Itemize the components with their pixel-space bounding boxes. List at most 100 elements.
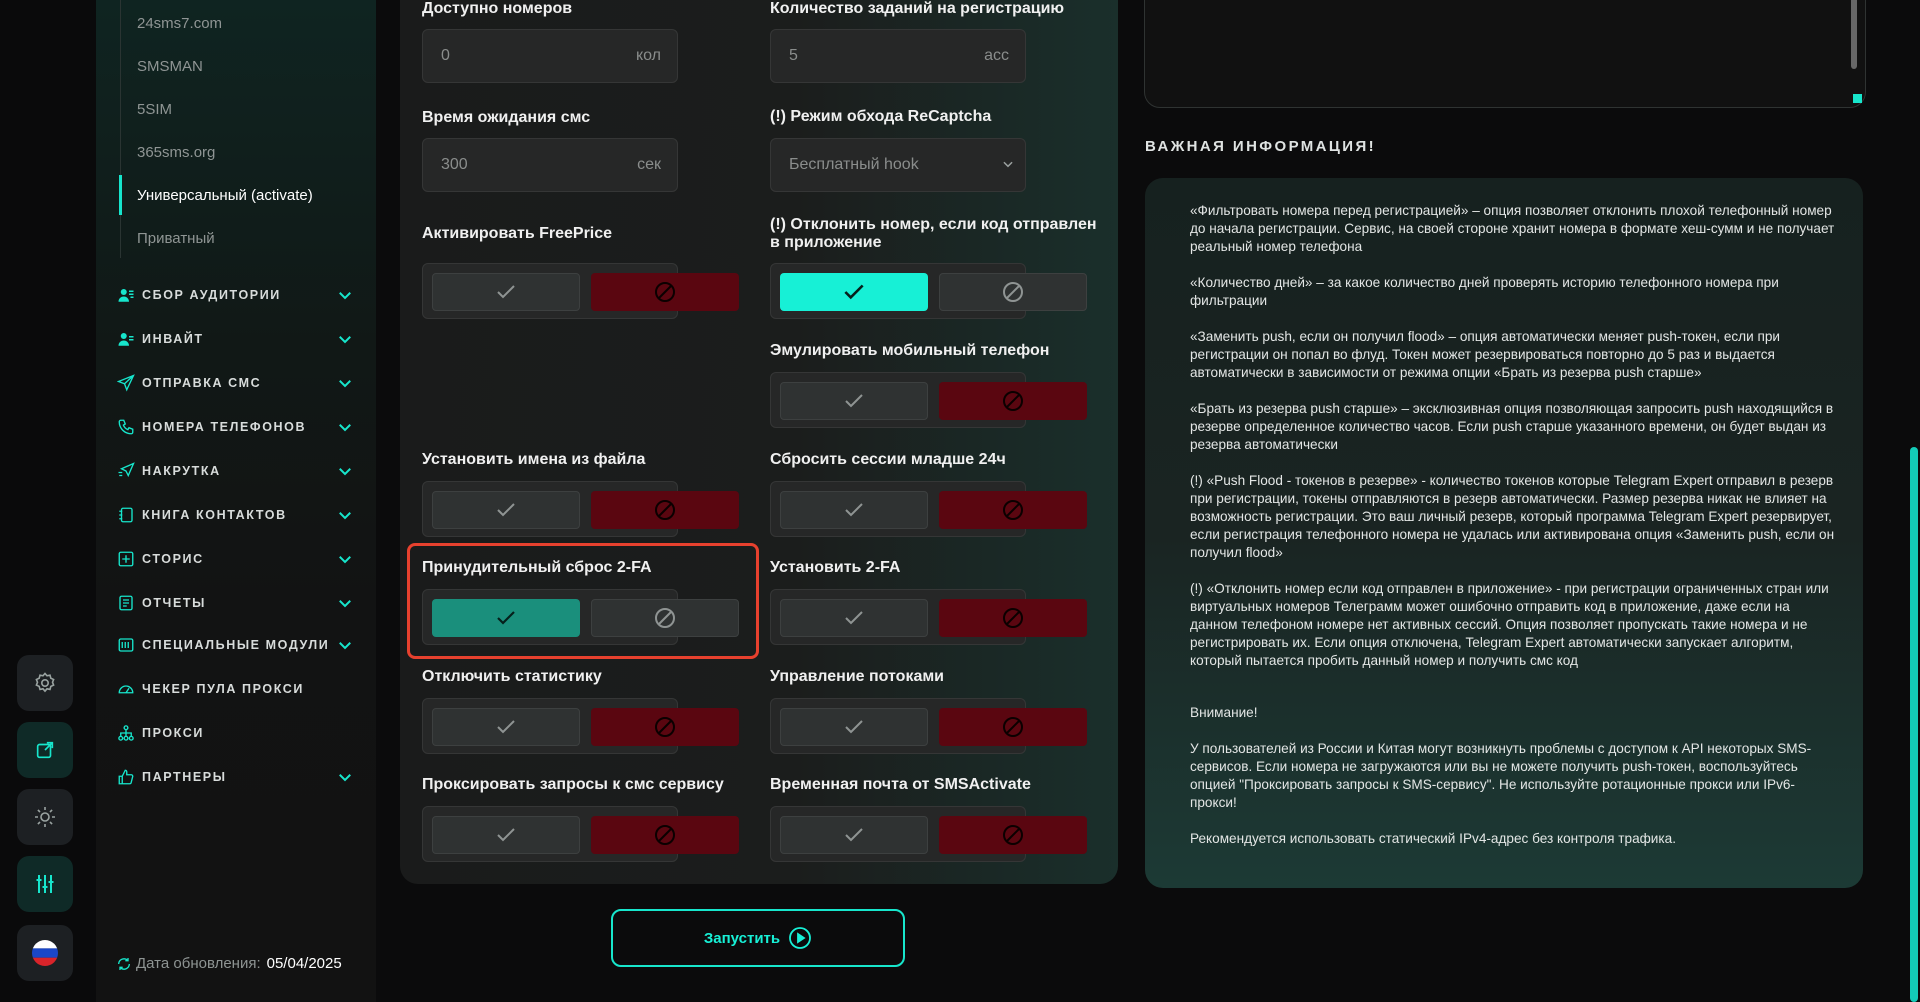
sun-icon [35,807,55,827]
check-icon [845,720,863,734]
tasks-count-label: Количество заданий на регистрацию [770,0,1065,17]
log-textarea[interactable] [1144,0,1866,108]
page-scrollbar[interactable] [1910,447,1918,1002]
check-icon [497,828,515,842]
textarea-resize-handle[interactable] [1853,94,1862,103]
nav-special-modules[interactable]: СПЕЦИАЛЬНЫЕ МОДУЛИ [116,633,366,657]
nav-proxy-pool-checker[interactable]: ЧЕКЕР ПУЛА ПРОКСИ [116,677,366,701]
set-2fa-yes-button[interactable] [780,599,928,637]
info-paragraph: (!) «Push Flood - токенов в резерве» - к… [1190,473,1835,560]
speedometer-icon [118,685,134,694]
block-icon [655,717,675,737]
info-paragraph-warning: Внимание! [1190,705,1258,720]
reset-sessions-no-button[interactable] [939,491,1087,529]
highlight-box [407,543,759,659]
block-icon [1003,717,1023,737]
users-icon [118,289,134,302]
provider-item[interactable]: Приватный [137,230,215,247]
phone-icon [118,419,134,435]
proxy-sms-label: Проксировать запросы к смс сервису [422,776,724,793]
freeprice-yes-button[interactable] [432,273,580,311]
reset-sessions-toggle [770,481,1087,537]
names-from-file-label: Установить имена из файла [422,451,646,468]
sms-wait-label: Время ожидания смс [422,109,591,126]
nav-partners[interactable]: ПАРТНЕРЫ [116,765,366,789]
network-icon [118,725,134,741]
tasks-count-input[interactable]: 5 acc [770,29,1026,83]
nav-invite[interactable]: ИНВАЙТ [116,327,366,351]
info-paragraph: У пользователей из России и Китая могут … [1190,741,1812,810]
check-icon [845,503,863,517]
sms-wait-input[interactable]: 300 сек [422,138,678,192]
nav-reports[interactable]: ОТЧЕТЫ [116,591,366,615]
active-provider-indicator [119,175,122,215]
disable-stats-yes-button[interactable] [432,708,580,746]
gear-icon [35,672,55,693]
proxy-sms-no-button[interactable] [591,816,739,854]
check-icon [497,285,515,299]
temp-mail-no-button[interactable] [939,816,1087,854]
run-button-label: Запустить [703,929,781,947]
available-numbers-label: Доступно номеров [422,0,573,17]
nav-send-sms[interactable]: ОТПРАВКА СМС [116,371,366,395]
controls-button[interactable] [17,856,73,912]
info-paragraph: Рекомендуется использовать статический I… [1190,831,1676,846]
settings-button[interactable] [17,655,73,711]
provider-item[interactable]: 365sms.org [137,144,215,161]
check-icon [844,284,864,300]
report-icon [119,595,133,611]
set-2fa-no-button[interactable] [939,599,1087,637]
recaptcha-mode-select[interactable]: Бесплатный hook [770,138,1026,192]
reject-number-yes-button[interactable] [780,273,928,311]
freeprice-toggle [422,263,739,319]
emulate-mobile-yes-button[interactable] [780,382,928,420]
language-button[interactable] [17,925,73,981]
threads-control-no-button[interactable] [939,708,1087,746]
textarea-scrollbar[interactable] [1851,0,1857,69]
emulate-mobile-no-button[interactable] [939,382,1087,420]
names-from-file-no-button[interactable] [591,491,739,529]
sidebar: 24sms7.com SMSMAN 5SIM 365sms.org Универ… [96,0,376,1002]
chevron-down-icon [1003,161,1013,168]
reject-number-no-button[interactable] [939,273,1087,311]
provider-item[interactable]: 5SIM [137,101,172,118]
proxy-sms-yes-button[interactable] [432,816,580,854]
theme-toggle-button[interactable] [17,789,73,845]
russia-flag-icon [32,940,58,966]
provider-item-active[interactable]: Универсальный (activate) [137,187,313,204]
nav-stories[interactable]: СТОРИС [116,547,366,571]
run-button[interactable]: Запустить [611,909,905,967]
nav-boost[interactable]: НАКРУТКА [116,459,366,483]
provider-item[interactable]: 24sms7.com [137,15,222,32]
names-from-file-yes-button[interactable] [432,491,580,529]
external-link-icon [36,741,54,759]
available-numbers-input[interactable]: 0 кол [422,29,678,83]
reject-number-label: (!) Отклонить номер, если код отправлен … [770,216,1097,251]
disable-stats-no-button[interactable] [591,708,739,746]
chevron-down-icon [339,424,351,432]
threads-control-yes-button[interactable] [780,708,928,746]
chevron-down-icon [339,556,351,564]
update-label: Дата обновления: [136,955,261,972]
emulate-mobile-toggle [770,372,1087,428]
reset-sessions-yes-button[interactable] [780,491,928,529]
freeprice-no-button[interactable] [591,273,739,311]
temp-mail-yes-button[interactable] [780,816,928,854]
nav-audience[interactable]: СБОР АУДИТОРИИ [116,283,366,307]
chevron-down-icon [339,468,351,476]
update-value: 05/04/2025 [266,955,342,972]
sliders-icon [36,875,54,893]
block-icon [1003,608,1023,628]
info-paragraph: «Количество дней» – за какое количество … [1190,275,1779,308]
threads-control-toggle [770,698,1087,754]
nav-phone-numbers[interactable]: НОМЕРА ТЕЛЕФОНОВ [116,415,366,439]
open-external-button[interactable] [17,722,73,778]
send-icon [117,374,135,392]
block-icon [655,825,675,845]
check-icon [497,720,515,734]
recaptcha-mode-label: (!) Режим обхода ReCaptcha [770,108,992,125]
provider-item[interactable]: SMSMAN [137,58,203,75]
block-icon [655,282,675,302]
nav-contacts-book[interactable]: КНИГА КОНТАКТОВ [116,503,366,527]
nav-proxy[interactable]: ПРОКСИ [116,721,366,745]
